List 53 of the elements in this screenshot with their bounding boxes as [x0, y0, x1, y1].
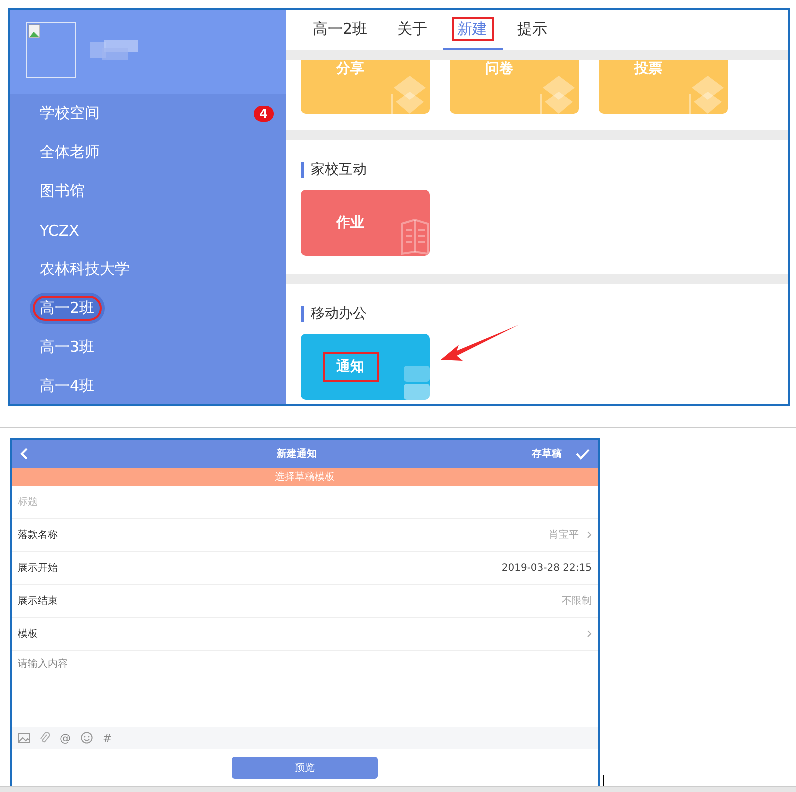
- tab-label: 关于: [396, 18, 429, 38]
- tray-icon: [404, 364, 430, 400]
- sidebar-item[interactable]: 高一3班: [40, 334, 95, 361]
- blurred-label: [90, 40, 140, 60]
- field-value: 肖宝平: [549, 528, 579, 542]
- symbol-button[interactable]: #: [103, 732, 112, 744]
- feature-tile[interactable]: 通知: [301, 334, 430, 400]
- count-badge: 4: [254, 106, 274, 122]
- field-label: 展示结束: [18, 594, 58, 608]
- emoji-icon[interactable]: [81, 732, 93, 744]
- sidebar-item[interactable]: YCZX: [40, 218, 80, 244]
- broken-image-icon: [26, 22, 76, 78]
- tab-label: 提示: [516, 18, 549, 38]
- template-bar[interactable]: 选择草稿模板: [12, 468, 598, 486]
- chevron-icon: [587, 531, 592, 539]
- image-icon[interactable]: [18, 733, 30, 743]
- sidebar-item[interactable]: 高一4班: [40, 373, 95, 400]
- tab-label: 高一2班: [312, 18, 369, 38]
- sidebar-item[interactable]: 农林科技大学: [40, 256, 130, 283]
- chevron-icon: [587, 630, 592, 638]
- tile-label: 分享: [335, 60, 366, 78]
- back-icon[interactable]: [20, 448, 28, 460]
- field-value: 2019-03-28 22:15: [502, 562, 592, 574]
- field-label: 模板: [18, 628, 38, 641]
- screen-title: 新建通知: [276, 447, 318, 461]
- form-row[interactable]: 展示结束 不限制: [12, 585, 598, 618]
- save-draft-button[interactable]: 存草稿: [526, 447, 568, 461]
- section-title: 家校互动: [301, 162, 773, 178]
- preview-button[interactable]: 预览: [232, 757, 378, 779]
- tab[interactable]: 关于: [382, 10, 443, 50]
- check-icon[interactable]: [576, 448, 590, 460]
- book-icon: [400, 218, 430, 256]
- form-row[interactable]: 落款名称 肖宝平: [12, 519, 598, 552]
- sidebar-item[interactable]: 全体老师: [40, 139, 100, 166]
- tile-label: 通知: [324, 354, 376, 380]
- tile-label: 投票: [633, 60, 664, 78]
- feature-tile[interactable]: 作业: [301, 190, 430, 256]
- tab[interactable]: 新建: [442, 10, 503, 50]
- paperclip-icon[interactable]: [40, 732, 50, 744]
- sidebar-item[interactable]: 学校空间: [40, 100, 100, 127]
- field-value: 不限制: [562, 594, 592, 608]
- tab-label: 新建: [454, 18, 492, 38]
- sidebar-item[interactable]: 高一2班: [30, 293, 105, 324]
- field-label: 展示开始: [18, 562, 58, 575]
- symbol-button[interactable]: @: [60, 732, 71, 744]
- tile-label: 问卷: [484, 60, 514, 78]
- tab[interactable]: 高一2班: [298, 10, 383, 50]
- form-row[interactable]: 展示开始 2019-03-28 22:15: [12, 552, 598, 585]
- tab[interactable]: 提示: [502, 10, 563, 50]
- field-label: 落款名称: [18, 528, 58, 542]
- section-title: 移动办公: [301, 306, 773, 322]
- tile-label: 作业: [335, 213, 366, 232]
- sidebar-item[interactable]: 图书馆: [40, 178, 85, 205]
